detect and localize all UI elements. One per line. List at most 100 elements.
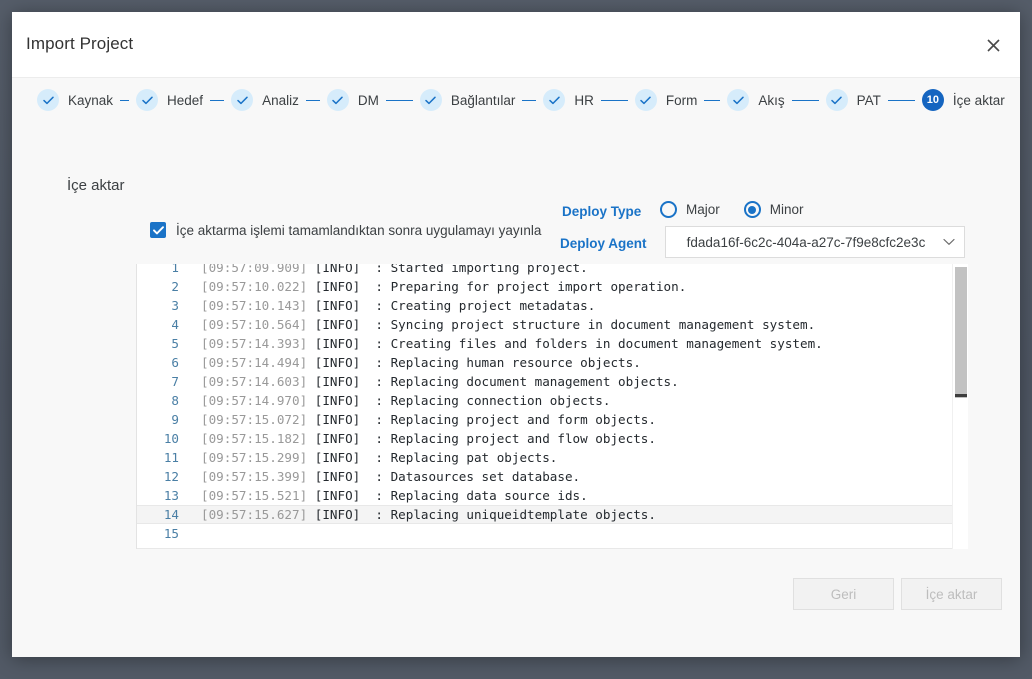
log-line-number: 12 [163,469,179,484]
log-level: [INFO] [314,469,376,484]
log-timestamp: [09:57:10.022] [201,279,315,294]
check-icon [634,89,657,111]
log-level: [INFO] [314,507,376,522]
wizard-step-4[interactable]: DM [326,89,379,111]
log-level: [INFO] [314,317,376,332]
step-connector [704,99,721,101]
log-line-content: [09:57:15.521] [INFO] : Replacing data s… [179,486,588,505]
log-line-content: [09:57:15.072] [INFO] : Replacing projec… [179,410,656,429]
log-line-number: 5 [171,336,179,351]
close-icon[interactable] [982,34,1004,56]
check-icon [727,89,750,111]
log-line-list: 1 [09:57:09.909] [INFO] : Started importi… [137,264,968,543]
log-line-content: [09:57:09.909] [INFO] : Started importin… [179,264,588,277]
log-message: : Replacing data source ids. [375,488,588,503]
log-level: [INFO] [314,355,376,370]
log-timestamp: [09:57:10.143] [201,298,315,313]
log-line: 2 [09:57:10.022] [INFO] : Preparing for p… [137,277,968,296]
publish-after-import-label: İçe aktarma işlemi tamamlandıktan sonra … [176,222,542,238]
log-message: : Creating files and folders in document… [375,336,823,351]
wizard-step-10[interactable]: 10 İçe aktar [921,89,1005,111]
step-connector [600,99,628,101]
wizard-step-8[interactable]: Akış [727,89,785,111]
radio-icon[interactable] [660,201,677,218]
step-label: Akış [758,92,785,108]
log-line: 10 [09:57:15.182] [INFO] : Replacing proj… [137,429,968,448]
log-message: : Replacing pat objects. [375,450,558,465]
deploy-type-option-major[interactable]: Major [660,201,720,218]
log-line-content: [09:57:14.970] [INFO] : Replacing connec… [179,391,610,410]
log-level: [INFO] [314,336,376,351]
log-line-number: 2 [171,279,179,294]
log-line-number: 8 [171,393,179,408]
section-title: İçe aktar [67,177,125,194]
log-line-number: 11 [163,450,179,465]
log-level: [INFO] [314,431,376,446]
log-line-content: [09:57:10.564] [INFO] : Syncing project … [179,315,815,334]
log-line: 1 [09:57:09.909] [INFO] : Started importi… [137,264,968,277]
back-button[interactable]: Geri [793,578,894,610]
log-scrollbar-thumb[interactable] [955,267,967,398]
radio-icon[interactable] [743,201,761,218]
log-line-content: [09:57:14.393] [INFO] : Creating files a… [179,334,823,353]
wizard-step-5[interactable]: Bağlantılar [419,89,515,111]
log-line-content: [09:57:14.494] [INFO] : Replacing human … [179,353,641,372]
step-label: Form [665,92,698,108]
log-line: 7 [09:57:14.603] [INFO] : Replacing docum… [137,372,968,391]
step-connector [385,99,413,101]
step-label: Analiz [262,92,299,108]
log-message: : Replacing connection objects. [375,393,611,408]
log-level: [INFO] [314,412,376,427]
wizard-step-9[interactable]: PAT [825,89,881,111]
step-label: DM [357,92,379,108]
wizard-step-6[interactable]: HR [543,89,594,111]
import-log-editor[interactable]: 1 [09:57:09.909] [INFO] : Started importi… [136,264,968,549]
log-message: : Preparing for project import operation… [375,279,687,294]
log-timestamp: [09:57:09.909] [201,264,315,275]
log-line-content: [09:57:15.299] [INFO] : Replacing pat ob… [179,448,557,467]
deploy-agent-select[interactable]: fdada16f-6c2c-404a-a27c-7f9e8cfc2e3c [665,226,965,258]
log-level: [INFO] [314,298,376,313]
wizard-step-2[interactable]: Hedef [136,89,203,111]
log-timestamp: [09:57:15.521] [201,488,315,503]
log-timestamp: [09:57:15.182] [201,431,315,446]
log-line: 5 [09:57:14.393] [INFO] : Creating files … [137,334,968,353]
step-connector [305,99,320,101]
import-button[interactable]: İçe aktar [901,578,1002,610]
import-project-dialog: Import Project Kaynak Hedef Analiz DM Bağlan… [12,12,1020,657]
log-line-number: 9 [171,412,179,427]
log-line-content: [09:57:15.627] [INFO] : Replacing unique… [179,505,656,524]
log-line-content: [09:57:15.399] [INFO] : Datasources set … [179,467,580,486]
log-line-number: 13 [163,488,179,503]
log-line-number: 6 [171,355,179,370]
log-line: 6 [09:57:14.494] [INFO] : Replacing human… [137,353,968,372]
log-line: 4 [09:57:10.564] [INFO] : Syncing project… [137,315,968,334]
log-bottom-divider [137,548,968,549]
deploy-type-label: Deploy Type [562,204,642,219]
step-label: İçe aktar [952,92,1005,108]
log-line-number: 4 [171,317,179,332]
log-line: 11 [09:57:15.299] [INFO] : Replacing pat … [137,448,968,467]
publish-after-import-checkbox[interactable] [150,222,166,238]
wizard-step-7[interactable]: Form [634,89,698,111]
check-icon [419,89,442,111]
log-level: [INFO] [314,264,376,275]
step-label: Kaynak [68,92,114,108]
log-vertical-scrollbar[interactable] [952,264,968,549]
step-number-badge: 10 [921,89,944,111]
log-line-content: [09:57:15.182] [INFO] : Replacing projec… [179,429,656,448]
publish-after-import-row[interactable]: İçe aktarma işlemi tamamlandıktan sonra … [150,222,541,238]
log-message: : Started importing project. [375,264,588,275]
deploy-type-radio-group[interactable]: Major Minor [660,201,828,218]
chevron-down-icon[interactable] [934,238,964,246]
log-line: 14 [09:57:15.627] [INFO] : Replacing uniq… [137,505,968,524]
step-label: PAT [856,92,881,108]
step-connector [522,99,537,101]
log-line: 12 [09:57:15.399] [INFO] : Datasources se… [137,467,968,486]
wizard-step-1[interactable]: Kaynak [37,89,113,111]
log-timestamp: [09:57:10.564] [201,317,315,332]
deploy-type-option-minor[interactable]: Minor [743,201,804,218]
check-icon [136,89,159,111]
deploy-type-option-label: Minor [769,202,804,217]
wizard-step-3[interactable]: Analiz [231,89,299,111]
